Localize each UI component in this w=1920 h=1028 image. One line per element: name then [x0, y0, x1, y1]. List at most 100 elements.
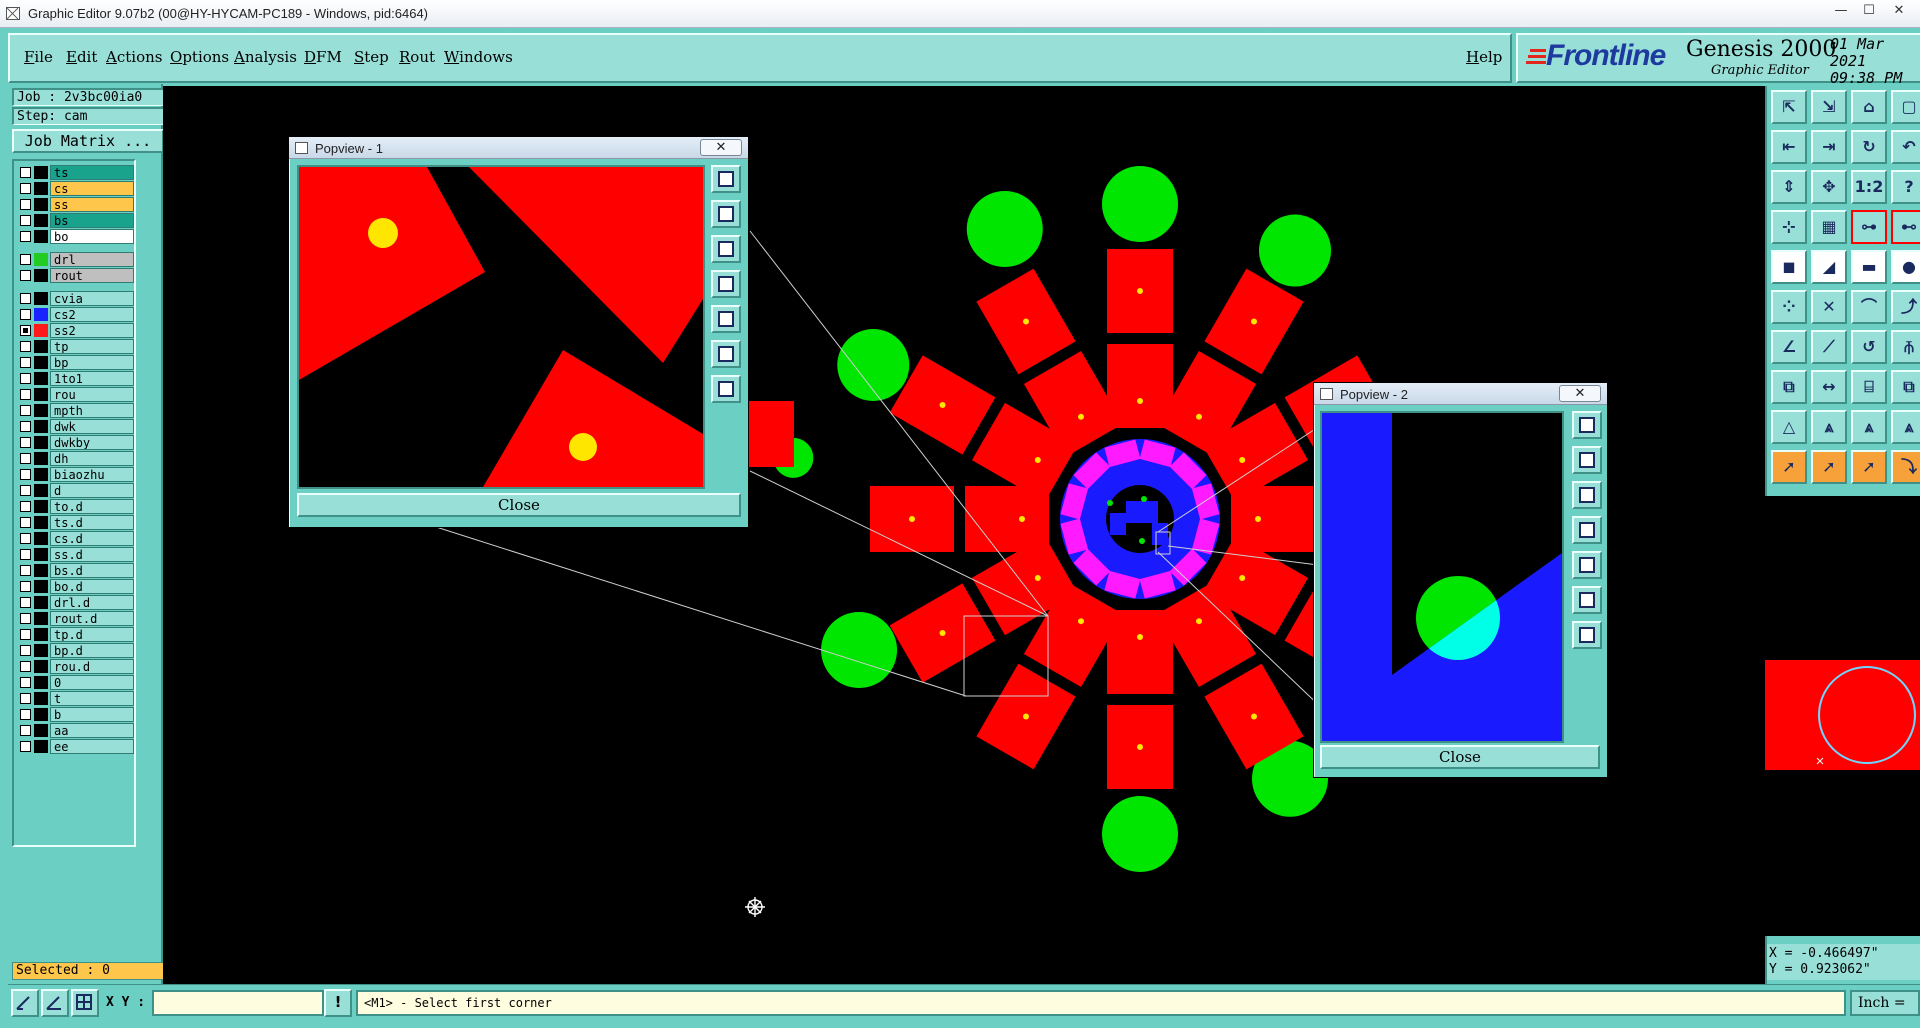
layer-checkbox[interactable]: [20, 533, 31, 544]
layer-color-swatch[interactable]: [34, 596, 48, 609]
popview-2-close-x[interactable]: ✕: [1559, 385, 1601, 402]
layer-row-0[interactable]: 0: [16, 675, 134, 690]
layer-row-tp-d[interactable]: tp.d: [16, 627, 134, 642]
tool-pan-button[interactable]: ▢: [1891, 90, 1920, 124]
layer-color-swatch[interactable]: [34, 436, 48, 449]
layer-name[interactable]: rou.d: [50, 659, 134, 674]
layer-row-rout-d[interactable]: rout.d: [16, 611, 134, 626]
popview-1-pan-down-button[interactable]: [711, 235, 741, 263]
tool-copy-button[interactable]: ⧉: [1891, 370, 1920, 404]
layer-name[interactable]: ss: [50, 197, 134, 212]
layer-checkbox[interactable]: [20, 183, 31, 194]
layer-color-swatch[interactable]: [34, 230, 48, 243]
layer-color-swatch[interactable]: [34, 340, 48, 353]
layer-name[interactable]: bs: [50, 213, 134, 228]
popview-2-pan-left-button[interactable]: [1572, 516, 1602, 544]
layer-name[interactable]: cs.d: [50, 531, 134, 546]
tool-line-button[interactable]: ◢: [1811, 250, 1847, 284]
layer-row-ss[interactable]: ss: [16, 197, 134, 212]
tool-cross-button[interactable]: ✕: [1811, 290, 1847, 324]
popview-1-window[interactable]: Popview - 1 ✕ Close: [288, 136, 749, 528]
layer-name[interactable]: cs2: [50, 307, 134, 322]
tool-home-button[interactable]: ⌂: [1851, 90, 1887, 124]
popview-1-pan-left-button[interactable]: [711, 270, 741, 298]
layer-checkbox[interactable]: [20, 325, 31, 336]
layer-checkbox[interactable]: [20, 709, 31, 720]
layer-row-bp[interactable]: bp: [16, 355, 134, 370]
layer-row-bp-d[interactable]: bp.d: [16, 643, 134, 658]
menu-actions[interactable]: Actions: [106, 48, 162, 66]
layer-row-drl[interactable]: drl: [16, 252, 134, 267]
layer-row-bs-d[interactable]: bs.d: [16, 563, 134, 578]
layer-color-swatch[interactable]: [34, 182, 48, 195]
layer-name[interactable]: t: [50, 691, 134, 706]
tool-break-button[interactable]: ⌸: [1851, 370, 1887, 404]
layer-name[interactable]: 0: [50, 675, 134, 690]
layer-checkbox[interactable]: [20, 453, 31, 464]
layer-checkbox[interactable]: [20, 725, 31, 736]
layer-color-swatch[interactable]: [34, 214, 48, 227]
layer-row-dwkby[interactable]: dwkby: [16, 435, 134, 450]
layer-name[interactable]: bp.d: [50, 643, 134, 658]
tool-diagonal-button[interactable]: ⟋: [1811, 330, 1847, 364]
layer-color-swatch[interactable]: [34, 452, 48, 465]
layer-color-swatch[interactable]: [34, 516, 48, 529]
layer-name[interactable]: mpth: [50, 403, 134, 418]
tool-arc-button[interactable]: ⌒: [1851, 290, 1887, 324]
layer-name[interactable]: dh: [50, 451, 134, 466]
tool-triangle-b-button[interactable]: ⩓: [1851, 410, 1887, 444]
tool-connect-button[interactable]: ⁘: [1771, 290, 1807, 324]
layer-name[interactable]: bp: [50, 355, 134, 370]
layer-row-bo-d[interactable]: bo.d: [16, 579, 134, 594]
layer-name[interactable]: ts: [50, 165, 134, 180]
layer-checkbox[interactable]: [20, 565, 31, 576]
menu-step[interactable]: Step: [354, 48, 389, 66]
layer-color-swatch[interactable]: [34, 269, 48, 282]
tool-measure-button[interactable]: ⊶: [1851, 210, 1887, 244]
tool-triangle-c-button[interactable]: ⩓: [1891, 410, 1920, 444]
tool-undo-button[interactable]: ↶: [1891, 130, 1920, 164]
layer-row-rou[interactable]: rou: [16, 387, 134, 402]
popview-1-close-button[interactable]: Close: [297, 493, 741, 517]
minimize-button[interactable]: —: [1828, 2, 1854, 20]
popview-2-pan-right-button[interactable]: [1572, 551, 1602, 579]
tool-select-box-button[interactable]: ➚: [1811, 450, 1847, 484]
layer-row-bs[interactable]: bs: [16, 213, 134, 228]
tool-redraw-button[interactable]: ↻: [1851, 130, 1887, 164]
xy-coordinate-input[interactable]: [152, 990, 324, 1016]
status-line-tool-button[interactable]: [11, 989, 39, 1017]
tool-pan-left-button[interactable]: ⇤: [1771, 130, 1807, 164]
job-matrix-button[interactable]: Job Matrix ...: [12, 129, 164, 153]
overview-window[interactable]: [1765, 496, 1920, 936]
status-grid-tool-button[interactable]: [71, 989, 99, 1017]
tool-net-button[interactable]: ⊷: [1891, 210, 1920, 244]
layer-color-swatch[interactable]: [34, 740, 48, 753]
layer-row-biaozhu[interactable]: biaozhu: [16, 467, 134, 482]
layer-row-bo[interactable]: bo: [16, 229, 134, 244]
layer-color-swatch[interactable]: [34, 532, 48, 545]
layer-name[interactable]: drl: [50, 252, 134, 267]
layer-color-swatch[interactable]: [34, 500, 48, 513]
tool-stretch-button[interactable]: ↔: [1811, 370, 1847, 404]
tool-fit-all-button[interactable]: ✥: [1811, 170, 1847, 204]
layer-checkbox[interactable]: [20, 677, 31, 688]
layer-row-b[interactable]: b: [16, 707, 134, 722]
layer-row-cvia[interactable]: cvia: [16, 291, 134, 306]
popview-2-close-button[interactable]: Close: [1320, 745, 1600, 769]
popview-2-pan-up-button[interactable]: [1572, 446, 1602, 474]
menu-edit[interactable]: Edit: [66, 48, 97, 66]
layer-color-swatch[interactable]: [34, 420, 48, 433]
tool-angle-button[interactable]: ∠: [1771, 330, 1807, 364]
popview-2-zoom-in-button[interactable]: [1572, 411, 1602, 439]
layer-checkbox[interactable]: [20, 215, 31, 226]
layer-checkbox[interactable]: [20, 613, 31, 624]
menu-windows[interactable]: Windows: [444, 48, 513, 66]
layer-color-swatch[interactable]: [34, 580, 48, 593]
layer-checkbox[interactable]: [20, 199, 31, 210]
layer-row-ee[interactable]: ee: [16, 739, 134, 754]
layer-name[interactable]: bo.d: [50, 579, 134, 594]
tool-select-button[interactable]: ➚: [1771, 450, 1807, 484]
layer-name[interactable]: tp.d: [50, 627, 134, 642]
layer-color-swatch[interactable]: [34, 660, 48, 673]
layer-checkbox[interactable]: [20, 485, 31, 496]
